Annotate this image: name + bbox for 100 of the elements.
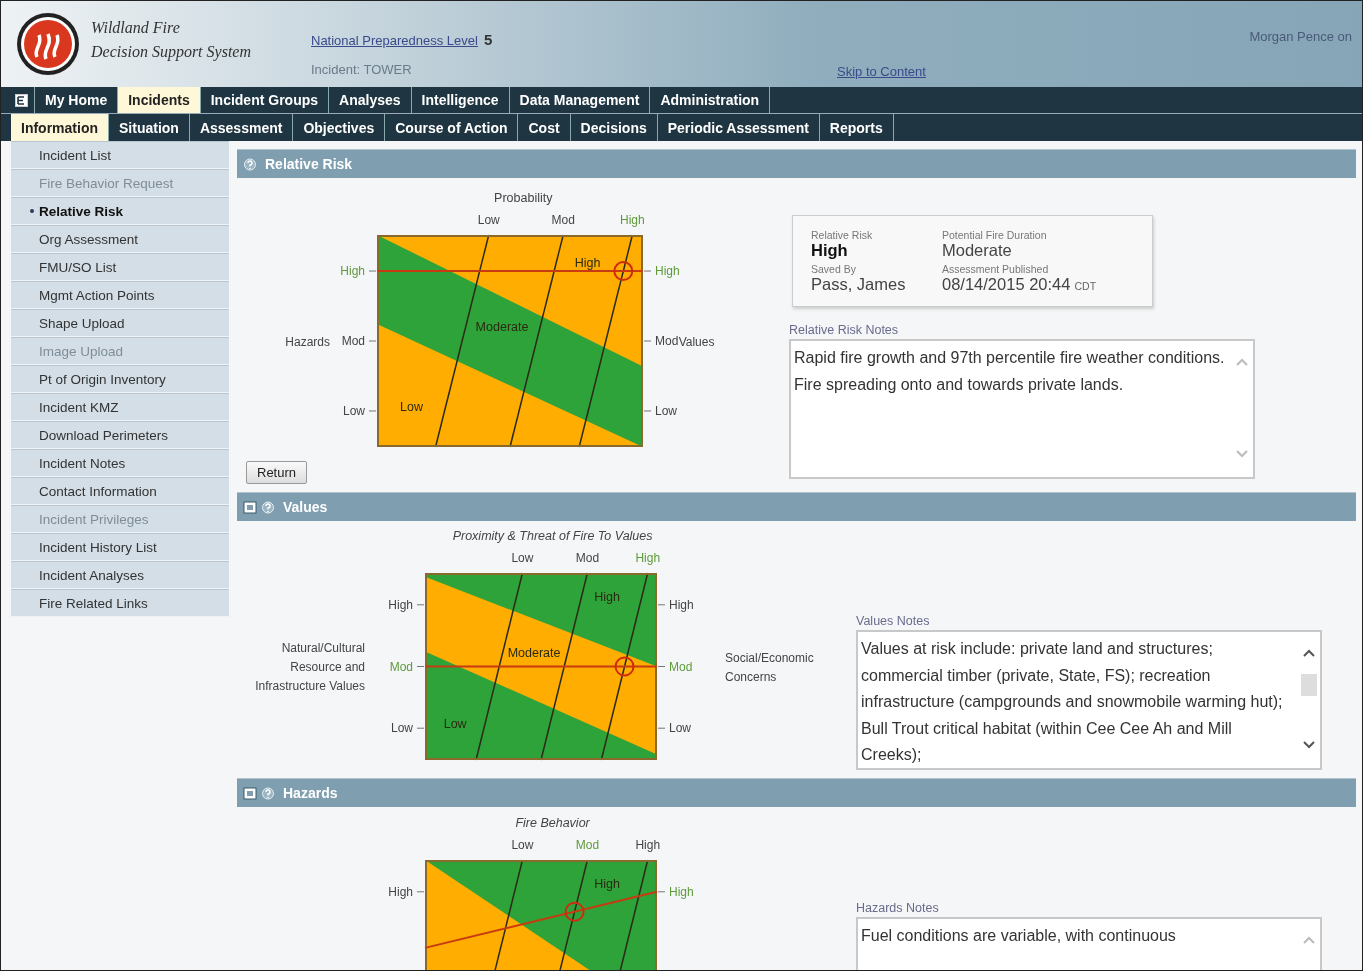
section-title: Values [283,499,328,515]
zone-label: Low [443,717,467,732]
app-name: Wildland Fire [91,19,180,37]
tick-mark [658,727,665,729]
section-title: Relative Risk [265,156,353,172]
user-name: Morgan Pence on [1249,29,1352,44]
axis-label: High [635,551,661,565]
nav-tab[interactable]: Incidents [118,87,201,113]
field-value: 08/14/2015 20:44 [942,275,1071,293]
zone-label: Moderate [507,645,561,660]
zone-label: High [574,256,601,271]
notes-field[interactable]: Values at risk include: private land and structures; commercial timber (private, State, FS); recreation infrastructure (campgrounds and snowmobile warming hut); Bull Trout critical habitat (within Cee Cee Ah and Mill Creeks); [856,630,1322,770]
notes-label: Hazards Notes [856,901,940,915]
tick-mark [369,410,376,412]
axis-label: Low [511,551,534,565]
tick-mark [369,270,376,272]
axis-label: Mod [575,838,600,852]
collapse-icon[interactable] [243,786,257,800]
axis-title: Values [678,334,715,349]
sidebar-item[interactable]: Incident Analyses [11,561,229,589]
field-label: Saved By [811,263,857,275]
axis-label: Mod [669,659,693,674]
sidebar-item[interactable]: Org Assessment [11,225,229,253]
axis-label: High [669,884,694,899]
axis-title: Hazards [285,334,330,349]
axis-label: Low [669,721,691,736]
sidebar-item[interactable]: Fire Related Links [11,589,229,617]
skip-link[interactable]: Skip to Content [837,64,926,79]
sidebar-item[interactable]: Incident Notes [11,449,229,477]
sidebar-item[interactable]: Contact Information [11,477,229,505]
field-label: Assessment Published [942,263,1050,275]
field-value: Moderate [942,241,1012,259]
field-value: High [811,241,848,259]
help-icon[interactable] [243,157,257,171]
sidebar-item[interactable]: Relative Risk [11,197,229,225]
tick-mark [417,604,424,606]
logo-icon [15,11,81,77]
tick-mark [369,340,376,342]
tick-mark [417,891,424,893]
axis-label: High [388,884,413,899]
axis-label: High [635,838,661,852]
sidebar-item[interactable]: FMU/SO List [11,253,229,281]
field-label: Potential Fire Duration [942,229,1048,241]
tick-mark [658,666,665,667]
section-title: Hazards [283,785,338,801]
axis-label: High [620,213,645,227]
sidebar-item[interactable]: Incident History List [11,533,229,561]
collapse-icon[interactable] [243,500,257,514]
axis-label: Low [511,838,534,852]
preparedness-link[interactable]: National Preparedness Level [311,33,478,48]
sidebar-item[interactable]: Pt of Origin Inventory [11,365,229,393]
tick-mark [644,270,651,272]
axis-label: Low [477,213,500,227]
zone-label: Low [400,399,424,414]
tick-mark [658,604,665,606]
axis-label: High [388,597,413,612]
axis-label: Low [655,403,677,418]
help-icon[interactable] [261,500,275,514]
notes-label: Relative Risk Notes [789,323,900,337]
tick-mark [644,410,651,412]
axis-title: Social/Economic Concerns [725,650,814,684]
sub-tab[interactable]: Information [11,114,109,141]
axis-label: High [340,264,365,279]
notes-field[interactable]: Fuel conditions are variable, with continuous [856,917,1322,970]
zone-label: High [594,589,620,604]
incident-name: Incident: TOWER [311,62,412,77]
axis-title: Natural/Cultural Resource and Infrastructure Values [255,641,365,693]
field-label: Relative Risk [811,229,874,241]
panel-icon[interactable] [15,93,28,107]
axis-label: Low [391,721,413,736]
help-icon[interactable] [261,786,275,800]
tick-mark [417,666,424,667]
axis-label: Mod [389,659,413,674]
axis-label: High [669,597,694,612]
axis-label: Mod [551,213,575,227]
tick-mark [417,727,424,729]
chart-title: Proximity & Threat of Fire To Values [452,529,653,543]
chart-title: Probability [494,191,553,205]
axis-label: Mod [655,334,679,348]
return-button[interactable]: Return [246,461,308,484]
sidebar-item[interactable]: Download Perimeters [11,421,229,449]
tick-mark [658,891,665,893]
app-name: Decision Support System [91,43,251,61]
notes-label: Values Notes [856,614,931,628]
axis-label: Low [343,403,365,418]
axis-label: High [655,264,679,279]
sidebar-item[interactable]: Incident List [11,141,229,169]
preparedness-level: 5 [483,31,493,48]
timezone-label: CDT [1074,280,1097,292]
sidebar-item[interactable]: Shape Upload [11,309,229,337]
sidebar-item[interactable]: Mgmt Action Points [11,281,229,309]
notes-field[interactable]: Rapid fire growth and 97th percentile fire weather conditions. Fire spreading onto and towards private lands. [789,339,1255,479]
sidebar-item[interactable]: Incident KMZ [11,393,229,421]
chart-title: Fire Behavior [515,816,590,830]
field-value: Pass, James [811,275,906,293]
axis-label: Mod [341,334,365,348]
zone-label: High [594,876,620,891]
zone-label: Moderate [475,320,529,334]
axis-label: Mod [575,551,600,565]
tick-mark [644,340,651,342]
